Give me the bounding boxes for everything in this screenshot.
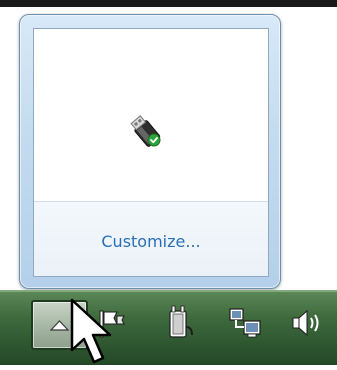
window-edge-bar bbox=[0, 0, 337, 7]
mouse-pointer-icon bbox=[68, 298, 120, 370]
hidden-icons-area bbox=[34, 29, 268, 201]
notification-area-overflow-flyout: Customize... bbox=[19, 14, 281, 289]
taskbar-highlight bbox=[0, 290, 337, 292]
customize-section: Customize... bbox=[34, 201, 268, 276]
taskbar bbox=[0, 290, 337, 365]
usb-drive-icon[interactable] bbox=[126, 112, 166, 152]
customize-link[interactable]: Customize... bbox=[34, 232, 268, 251]
flyout-panel: Customize... bbox=[33, 28, 269, 277]
power-plug-icon[interactable] bbox=[165, 303, 195, 343]
speaker-volume-icon[interactable] bbox=[290, 303, 330, 343]
network-icon[interactable] bbox=[228, 303, 261, 343]
